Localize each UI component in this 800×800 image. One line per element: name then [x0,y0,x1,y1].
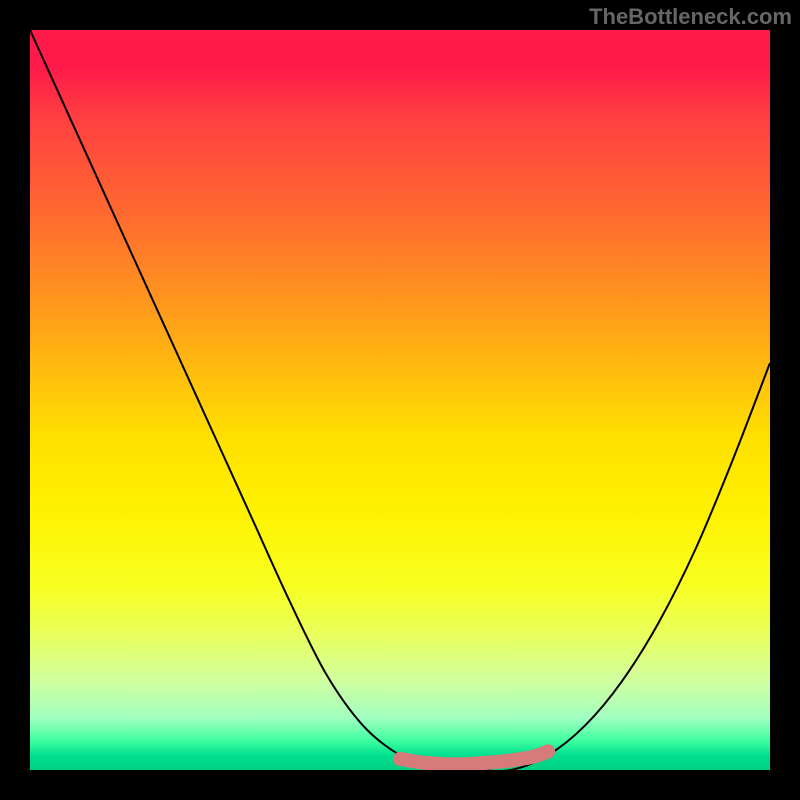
bottleneck-curve [30,30,770,770]
watermark-text: TheBottleneck.com [589,4,792,30]
bottom-mark [400,752,548,765]
bottom-dot [541,745,555,759]
chart-container: TheBottleneck.com [0,0,800,800]
curve-svg [30,30,770,770]
plot-area [30,30,770,770]
